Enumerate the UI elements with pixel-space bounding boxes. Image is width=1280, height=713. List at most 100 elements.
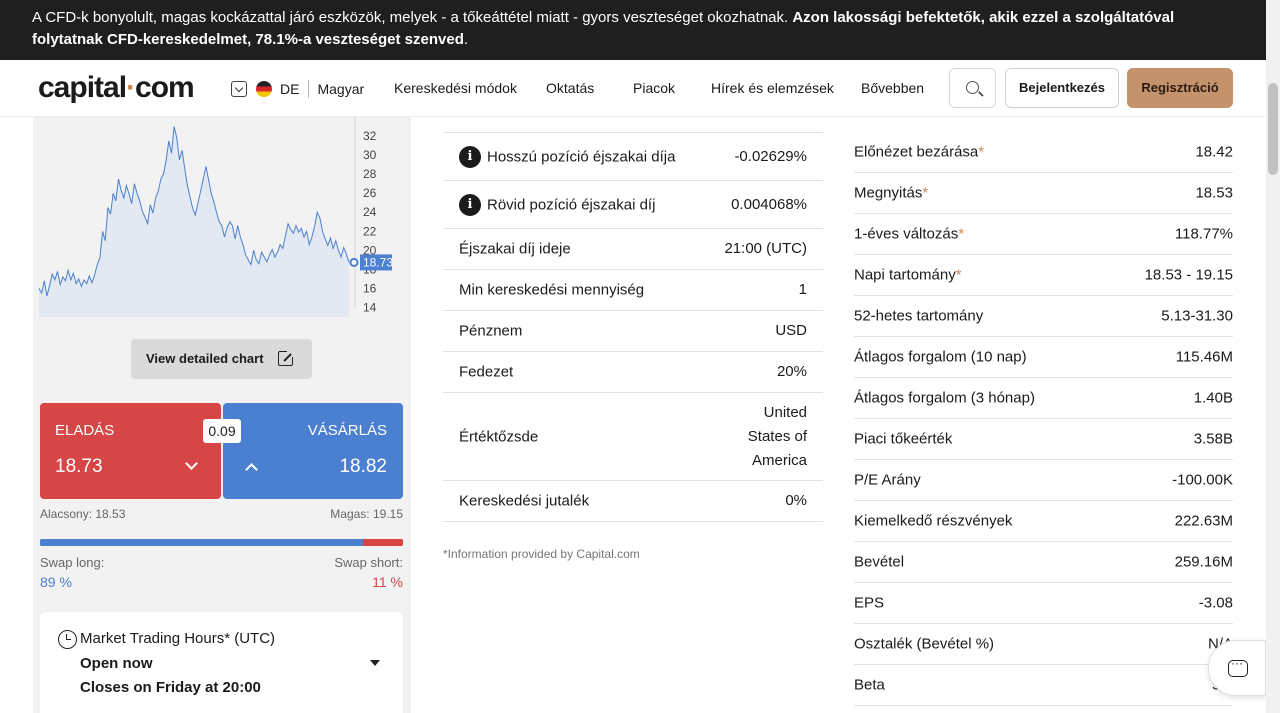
- row-label: Osztalék (Bevétel %): [854, 635, 995, 653]
- chart-button-label: View detailed chart: [146, 351, 264, 366]
- row-value: 3.58B: [1193, 430, 1233, 448]
- buy-button[interactable]: VÁSÁRLÁS 18.82: [223, 403, 403, 499]
- language-selector[interactable]: DE Magyar: [231, 79, 364, 99]
- risk-text: A CFD-k bonyolult, magas kockázattal jár…: [32, 9, 789, 26]
- table-row: Napi tartomány* 18.53 - 19.15: [854, 255, 1233, 296]
- row-label: 52-hetes tartomány: [854, 307, 984, 325]
- row-value: USD: [775, 322, 807, 339]
- table-row: Pénznem USD: [443, 311, 823, 352]
- row-value: 118.77%: [1174, 225, 1233, 243]
- row-value: 18.53 - 19.15: [1144, 266, 1233, 284]
- table-row: Min kereskedési mennyiség 1: [443, 270, 823, 311]
- spread-badge: 0.09: [203, 419, 241, 443]
- row-value: 18.53: [1195, 184, 1233, 202]
- y-tick-label: 14: [363, 300, 377, 314]
- row-label: Pénznem: [459, 322, 523, 340]
- swap-short-value: 11 %: [372, 574, 403, 590]
- row-value: 0.004068%: [731, 195, 807, 213]
- y-tick-label: 24: [363, 205, 377, 219]
- view-detailed-chart-button[interactable]: View detailed chart: [131, 339, 312, 379]
- row-label: Beta: [854, 676, 885, 694]
- login-button[interactable]: Bejelentkezés: [1005, 68, 1119, 108]
- swap-long-value: 89 %: [40, 574, 72, 590]
- nav-news-analysis[interactable]: Hírek és elemzések: [711, 80, 834, 96]
- row-value: 115.46M: [1175, 348, 1233, 366]
- row-value: 18.42: [1195, 143, 1233, 161]
- price-chart[interactable]: 3230282624222018161418.73: [33, 117, 411, 317]
- table-row: Kereskedési jutalék 0%: [443, 481, 823, 522]
- caret-down-icon[interactable]: [370, 660, 380, 666]
- table-row: Beta5.2: [854, 665, 1233, 706]
- row-value: 259.16M: [1174, 553, 1233, 571]
- sell-button[interactable]: ELADÁS 18.73: [40, 403, 221, 499]
- market-hours-card[interactable]: Market Trading Hours* (UTC) Open now Clo…: [40, 612, 403, 713]
- info-icon[interactable]: i: [459, 193, 481, 216]
- table-row: Előnézet bezárása* 18.42: [854, 132, 1233, 173]
- row-label: Hosszú pozíció éjszakai díja: [487, 148, 676, 165]
- row-value: 21:00 (UTC): [724, 240, 807, 257]
- day-low: Alacsony: 18.53: [40, 507, 126, 521]
- sell-label: ELADÁS: [55, 422, 115, 439]
- swap-ratio-bar: [40, 539, 403, 546]
- row-value: 0%: [785, 492, 807, 509]
- row-label: Éjszakai díj ideje: [459, 240, 571, 258]
- language-label: Magyar: [317, 81, 365, 97]
- buy-label: VÁSÁRLÁS: [307, 422, 387, 439]
- market-status: Open now: [80, 655, 153, 672]
- row-label: 1-éves változás*: [854, 225, 965, 243]
- row-value: 1: [798, 281, 807, 298]
- table-row: Éjszakai díj ideje 21:00 (UTC): [443, 229, 823, 270]
- y-tick-label: 26: [363, 186, 377, 200]
- row-value: -3.08: [1198, 594, 1233, 612]
- table-row: Értéktőzsde United States of America: [443, 393, 823, 481]
- market-close-time: Closes on Friday at 20:00: [80, 679, 261, 696]
- country-code: DE: [280, 81, 300, 97]
- nav-education[interactable]: Oktatás: [546, 80, 594, 96]
- row-value: 20%: [776, 363, 807, 380]
- row-label: Kereskedési jutalék: [459, 492, 590, 510]
- row-value: -0.02629%: [734, 147, 807, 165]
- table-row: Fedezet 20%: [443, 352, 823, 393]
- register-button[interactable]: Regisztráció: [1127, 68, 1233, 108]
- market-hours-title: Market Trading Hours* (UTC): [80, 630, 276, 647]
- chat-icon: [1228, 656, 1248, 677]
- row-label: Értéktőzsde: [459, 428, 539, 445]
- buy-price: 18.82: [339, 456, 387, 477]
- day-high: Magas: 19.15: [330, 507, 403, 521]
- instrument-panel: 3230282624222018161418.73 View detailed …: [33, 117, 411, 713]
- nav-more[interactable]: Bővebben: [861, 80, 924, 96]
- row-label: Átlagos forgalom (3 hónap): [854, 389, 1035, 407]
- table-row: Kiemelkedő részvények 222.63M: [854, 501, 1233, 542]
- table-row: Átlagos forgalom (3 hónap) 1.40B: [854, 378, 1233, 419]
- table-row: Bevétel 259.16M: [854, 542, 1233, 583]
- chevron-down-icon: [185, 457, 198, 470]
- chat-button[interactable]: [1208, 640, 1266, 696]
- nav-trading-modes[interactable]: Kereskedési módok: [394, 80, 517, 96]
- info-icon[interactable]: i: [459, 145, 481, 168]
- market-stats-table: Előnézet bezárása* 18.42 Megnyitás* 18.53 1-…: [854, 132, 1233, 706]
- chevron-down-icon: [231, 81, 247, 97]
- row-label: Fedezet: [459, 363, 514, 381]
- row-label: Min kereskedési mennyiség: [459, 281, 645, 299]
- footnote: *Information provided by Capital.com: [443, 547, 640, 561]
- row-label: Előnézet bezárása*: [854, 143, 985, 161]
- row-label: Napi tartomány*: [854, 266, 962, 284]
- scrollbar-thumb[interactable]: [1268, 83, 1278, 175]
- swap-long-label: Swap long:: [40, 555, 105, 570]
- current-price-label: 18.73: [363, 255, 393, 269]
- table-row: Megnyitás* 18.53: [854, 173, 1233, 214]
- risk-warning-banner: A CFD-k bonyolult, magas kockázattal jár…: [0, 0, 1266, 60]
- row-label: Átlagos forgalom (10 nap): [854, 348, 1027, 366]
- y-tick-label: 32: [363, 129, 377, 143]
- nav-markets[interactable]: Piacok: [633, 80, 675, 96]
- row-label: Bevétel: [854, 553, 905, 571]
- table-row: P/E Arány -100.00K: [854, 460, 1233, 501]
- y-tick-label: 22: [363, 224, 377, 238]
- logo[interactable]: capital·com: [38, 71, 195, 105]
- row-value: 222.63M: [1174, 512, 1233, 530]
- site-header: capital·com DE Magyar Kereskedési módok …: [0, 60, 1266, 117]
- y-tick-label: 16: [363, 281, 377, 295]
- germany-flag-icon: [256, 81, 272, 97]
- search-button[interactable]: [949, 68, 996, 108]
- row-value: 5.13-31.30: [1161, 307, 1233, 325]
